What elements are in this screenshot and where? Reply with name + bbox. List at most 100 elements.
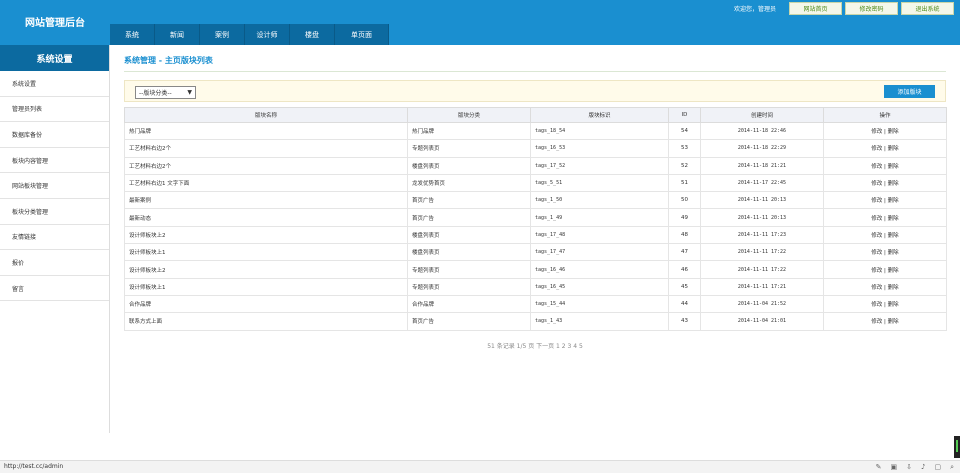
edit-link[interactable]: 修改 [871,181,882,187]
sidebar-item-messages[interactable]: 留言 [0,276,109,302]
sidebar-item-friend-links[interactable]: 友情链接 [0,225,109,251]
cell-tag: tags_1_43 [530,312,669,331]
delete-link[interactable]: 删除 [888,285,899,291]
edit-link[interactable]: 修改 [871,268,882,274]
nav-item-properties[interactable]: 楼盘 [290,24,335,45]
blocks-table: 版块名称 版块分类 版块标识 ID 创建时间 操作 热门品牌 热门品牌 tags_1… [124,107,947,331]
cell-created: 2014-11-11 17:22 [700,243,824,262]
cell-id: 49 [668,208,701,227]
logout-button[interactable]: 退出系统 [901,2,954,15]
cell-actions: 修改 | 删除 [823,208,947,227]
edit-link[interactable]: 修改 [871,129,882,135]
nav-item-system[interactable]: 系统 [110,24,155,45]
cell-tag: tags_1_49 [530,208,669,227]
delete-link[interactable]: 删除 [888,198,899,204]
cell-name: 设计师板块上2 [124,225,408,245]
cell-tag: tags_16_45 [530,277,669,296]
cell-tag: tags_5_51 [530,173,669,193]
cell-name: 工艺材料右边2个 [124,156,408,175]
delete-link[interactable]: 删除 [888,164,899,170]
delete-link[interactable]: 删除 [888,302,899,308]
edit-link[interactable]: 修改 [871,198,882,204]
top-header: 网站管理后台 系统 新闻 案例 设计师 楼盘 单页面 欢迎您，管理员 网站首页 … [0,0,960,45]
cell-category: 合作品牌 [407,294,531,314]
edit-link[interactable]: 修改 [871,233,882,239]
delete-link[interactable]: 删除 [888,129,899,135]
sidebar: 系统设置 系统设置 管理员列表 数据库备份 板块内容管理 网站板块管理 板块分类… [0,45,110,433]
cell-id: 43 [668,312,701,331]
sidebar-item-block-categories[interactable]: 板块分类管理 [0,199,109,225]
cell-actions: 修改 | 删除 [823,139,947,158]
edit-link[interactable]: 修改 [871,302,882,308]
delete-link[interactable]: 删除 [888,319,899,325]
cell-created: 2014-11-11 20:13 [700,191,824,210]
cell-category: 热门品牌 [407,121,531,141]
window-icon[interactable]: ▢ [934,463,941,472]
cell-actions: 修改 | 删除 [823,243,947,262]
pin-icon[interactable]: ✎ [876,463,882,472]
sidebar-item-system-settings[interactable]: 系统设置 [0,71,109,97]
cell-tag: tags_1_50 [530,191,669,210]
nav-item-single-pages[interactable]: 单页面 [335,24,389,45]
edit-link[interactable]: 修改 [871,146,882,152]
cell-category: 首页广告 [407,312,531,331]
table-header-row: 版块名称 版块分类 版块标识 ID 创建时间 操作 [124,107,947,123]
delete-link[interactable]: 删除 [888,181,899,187]
sidebar-title: 系统设置 [0,45,109,71]
cell-id: 47 [668,243,701,262]
filter-bar: --版块分类-- ▼ 添加版块 [124,80,946,102]
cell-category: 首页广告 [407,208,531,227]
nav-item-news[interactable]: 新闻 [155,24,200,45]
pagination[interactable]: 51 条记录 1/5 页 下一页 1 2 3 4 5 [124,341,946,350]
zoom-icon[interactable]: ⌕ [950,463,954,472]
site-home-button[interactable]: 网站首页 [789,2,842,15]
browser-status-bar: http://test.cc/admin ✎ ▣ ⇩ ♪ ▢ ⌕ [0,460,960,473]
sidebar-item-block-content[interactable]: 板块内容管理 [0,148,109,174]
add-block-button[interactable]: 添加版块 [884,85,935,98]
cell-name: 最新动态 [124,208,408,227]
delete-link[interactable]: 删除 [888,268,899,274]
column-header-id: ID [668,107,701,123]
cell-actions: 修改 | 删除 [823,191,947,210]
column-header-category: 版块分类 [407,107,531,123]
edit-link[interactable]: 修改 [871,319,882,325]
edit-link[interactable]: 修改 [871,216,882,222]
sidebar-item-db-backup[interactable]: 数据库备份 [0,122,109,148]
edit-link[interactable]: 修改 [871,164,882,170]
status-url: http://test.cc/admin [4,463,64,470]
cell-name: 设计师板块上1 [124,243,408,262]
volume-icon[interactable]: ♪ [921,463,925,472]
sidebar-item-quotes[interactable]: 报价 [0,250,109,276]
nav-item-designers[interactable]: 设计师 [245,24,290,45]
delete-link[interactable]: 删除 [888,146,899,152]
delete-link[interactable]: 删除 [888,250,899,256]
cell-actions: 修改 | 删除 [823,225,947,245]
cell-created: 2014-11-11 17:21 [700,277,824,296]
delete-link[interactable]: 删除 [888,216,899,222]
cell-id: 51 [668,173,701,193]
cell-id: 50 [668,191,701,210]
sidebar-item-admin-list[interactable]: 管理员列表 [0,97,109,123]
cell-created: 2014-11-18 22:46 [700,121,824,141]
cell-tag: tags_16_53 [530,139,669,158]
category-select[interactable]: --版块分类-- ▼ [135,86,196,99]
table-row: 热门品牌 热门品牌 tags_18_54 54 2014-11-18 22:46 修改 |… [124,121,947,141]
screenshot-icon[interactable]: ▣ [890,463,897,472]
delete-link[interactable]: 删除 [888,233,899,239]
table-row: 最新动态 首页广告 tags_1_49 49 2014-11-11 20:13 修改 | … [124,208,947,227]
side-widget-handle[interactable] [954,436,960,458]
edit-link[interactable]: 修改 [871,250,882,256]
table-row: 工艺材料右边1 文字下面 龙发优势首页 tags_5_51 51 2014-11-17 … [124,173,947,193]
cell-tag: tags_15_44 [530,294,669,314]
edit-link[interactable]: 修改 [871,285,882,291]
nav-item-cases[interactable]: 案例 [200,24,245,45]
sidebar-item-site-blocks[interactable]: 网站板块管理 [0,173,109,199]
cell-actions: 修改 | 删除 [823,156,947,175]
cell-name: 工艺材料右边1 文字下面 [124,173,408,193]
table-body: 热门品牌 热门品牌 tags_18_54 54 2014-11-18 22:46 修改 |… [124,121,947,331]
change-password-button[interactable]: 修改密码 [845,2,898,15]
cell-actions: 修改 | 删除 [823,312,947,331]
welcome-text: 欢迎您，管理员 [734,6,777,13]
cell-category: 楼盘列表页 [407,225,531,245]
download-icon[interactable]: ⇩ [906,463,912,472]
